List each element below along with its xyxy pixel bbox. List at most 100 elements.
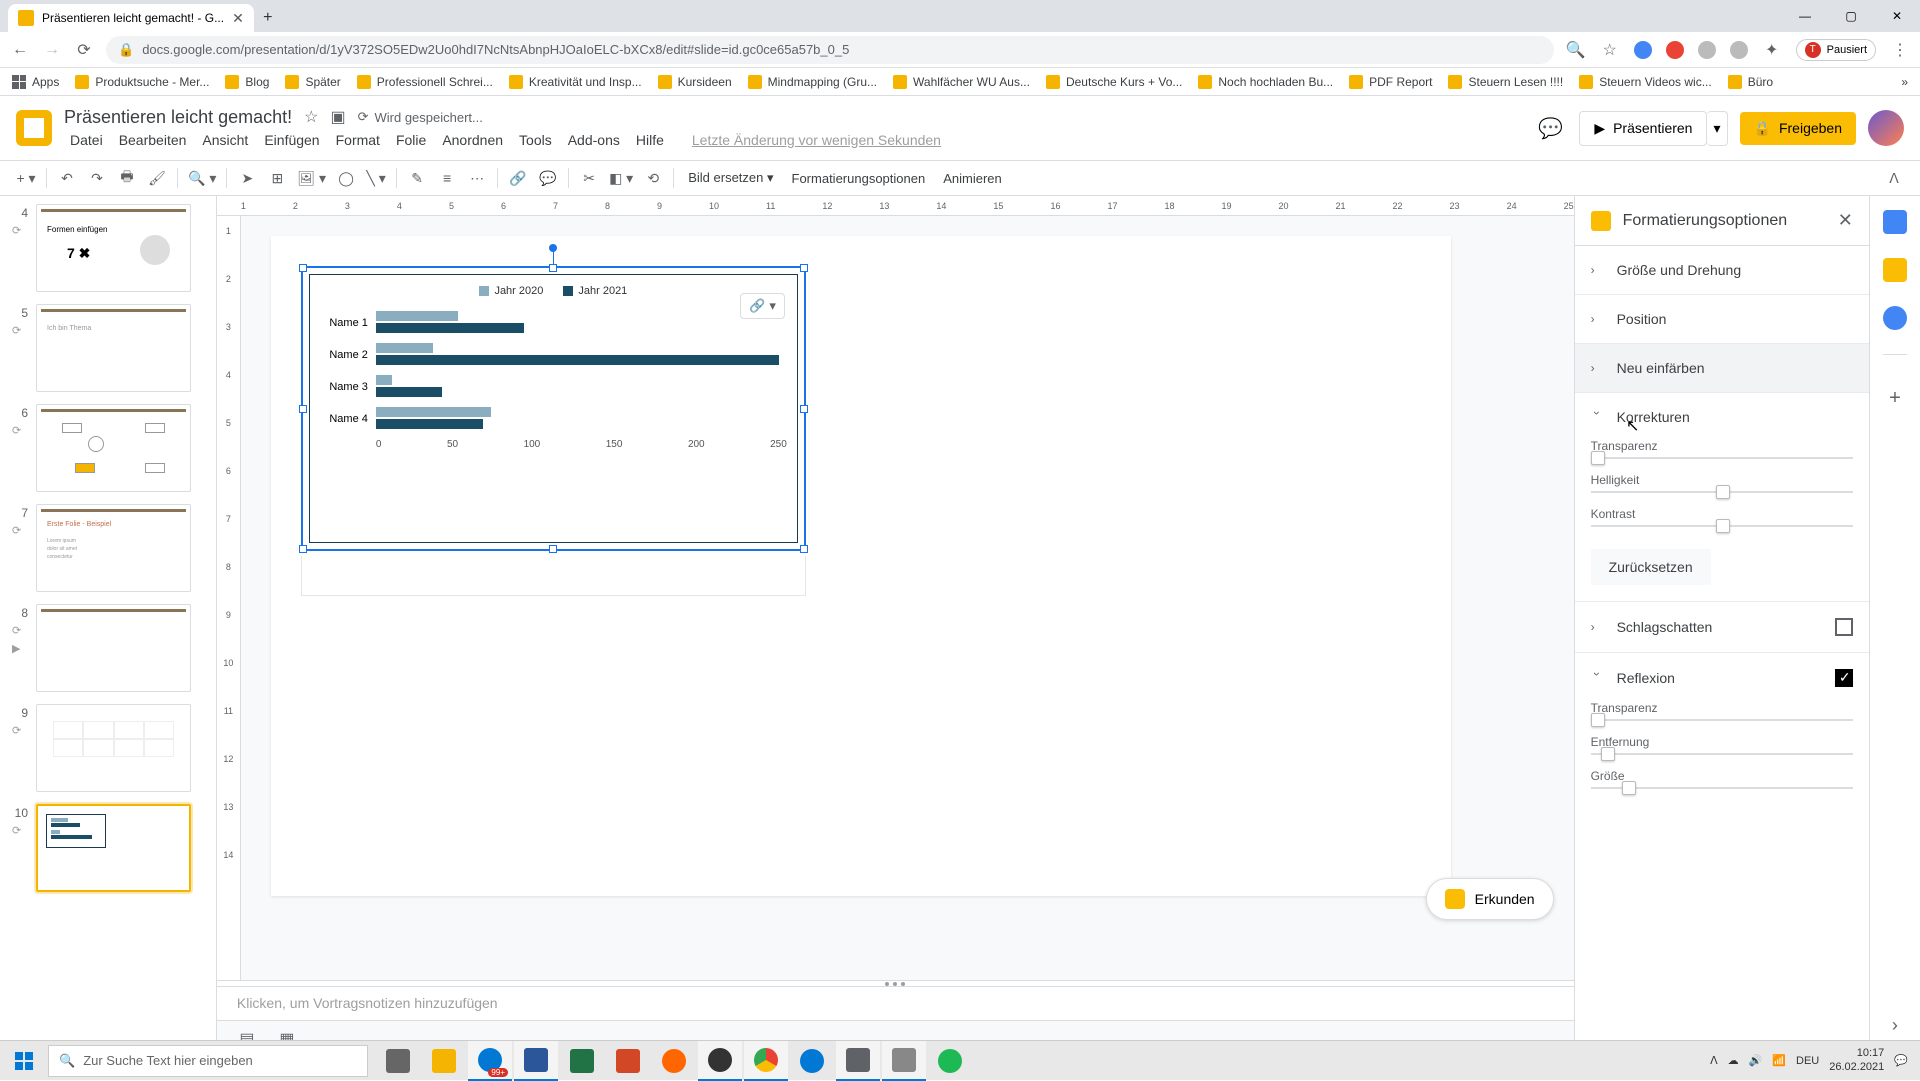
textbox-icon[interactable]: ⊞ <box>263 164 291 192</box>
menu-file[interactable]: Datei <box>64 130 109 150</box>
collapse-toolbar-icon[interactable]: ᐱ <box>1880 164 1908 192</box>
extension-icon[interactable] <box>1666 41 1684 59</box>
slide-filmstrip[interactable]: 4⟳ Formen einfügen7 ✖ 5⟳ Ich bin Thema 6… <box>0 196 217 1056</box>
zoom-icon[interactable]: 🔍 ▾ <box>184 164 220 192</box>
chrome-icon[interactable] <box>744 1041 788 1081</box>
last-change-link[interactable]: Letzte Änderung vor wenigen Sekunden <box>686 130 947 150</box>
bookmark-item[interactable]: Kreativität und Insp... <box>509 75 642 89</box>
minimize-window-icon[interactable]: — <box>1782 0 1828 32</box>
paint-format-icon[interactable]: 🖌 <box>143 164 171 192</box>
format-options-button[interactable]: Formatierungsoptionen <box>784 171 934 186</box>
address-bar[interactable]: 🔒 docs.google.com/presentation/d/1yV372S… <box>106 36 1554 64</box>
bookmark-item[interactable]: Büro <box>1728 75 1773 89</box>
app-icon[interactable] <box>882 1041 926 1081</box>
present-dropdown[interactable]: ▾ <box>1707 111 1727 146</box>
share-button[interactable]: 🔒 Freigeben <box>1740 112 1856 145</box>
slide-thumbnail[interactable]: Ich bin Thema <box>36 304 191 392</box>
reflection-checkbox[interactable] <box>1835 669 1853 687</box>
add-addon-icon[interactable]: + <box>1889 387 1901 410</box>
speaker-notes[interactable]: Klicken, um Vortragsnotizen hinzuzufügen <box>217 986 1574 1020</box>
extension-icon[interactable] <box>1730 41 1748 59</box>
start-button[interactable] <box>0 1041 48 1081</box>
volume-icon[interactable]: 🔊 <box>1749 1054 1763 1067</box>
resize-handle[interactable] <box>299 405 307 413</box>
bookmark-item[interactable]: Produktsuche - Mer... <box>75 75 209 89</box>
star-icon[interactable]: ☆ <box>1600 40 1620 60</box>
reload-icon[interactable]: ⟳ <box>74 40 94 60</box>
slide-thumbnail[interactable] <box>36 804 191 892</box>
menu-arrange[interactable]: Anordnen <box>436 130 509 150</box>
new-slide-button[interactable]: + ▾ <box>12 164 40 192</box>
contrast-slider[interactable] <box>1591 525 1853 527</box>
explorer-icon[interactable] <box>422 1041 466 1081</box>
language-indicator[interactable]: DEU <box>1796 1055 1819 1067</box>
menu-addons[interactable]: Add-ons <box>562 130 626 150</box>
new-tab-button[interactable]: + <box>254 4 282 32</box>
apps-bookmark[interactable]: Apps <box>12 75 59 89</box>
close-window-icon[interactable]: ✕ <box>1874 0 1920 32</box>
extensions-icon[interactable]: ✦ <box>1762 40 1782 60</box>
keep-icon[interactable] <box>1883 258 1907 282</box>
print-icon[interactable]: 🖶 <box>113 164 141 192</box>
slide-canvas[interactable]: 🔗▾ Jahr 2020 Jahr 2021 Name 1Name 2Name … <box>271 236 1451 896</box>
star-document-icon[interactable]: ☆ <box>304 107 318 127</box>
slides-logo-icon[interactable] <box>16 110 52 146</box>
zoom-icon[interactable]: 🔍 <box>1566 40 1586 60</box>
notification-icon[interactable]: 💬 <box>1894 1054 1908 1067</box>
mask-icon[interactable]: ◧ ▾ <box>605 164 637 192</box>
shape-icon[interactable]: ◯ <box>332 164 360 192</box>
browser-menu-icon[interactable]: ⋮ <box>1890 40 1910 60</box>
bookmarks-overflow-icon[interactable]: » <box>1901 75 1908 89</box>
bookmark-item[interactable]: Mindmapping (Gru... <box>748 75 877 89</box>
select-tool-icon[interactable]: ➤ <box>233 164 261 192</box>
brightness-slider[interactable] <box>1591 491 1853 493</box>
spotify-icon[interactable] <box>928 1041 972 1081</box>
clock[interactable]: 10:17 26.02.2021 <box>1829 1047 1884 1073</box>
resize-handle[interactable] <box>549 545 557 553</box>
rotation-handle[interactable] <box>549 244 557 252</box>
tasks-icon[interactable] <box>1883 306 1907 330</box>
excel-icon[interactable] <box>560 1041 604 1081</box>
bookmark-item[interactable]: Kursideen <box>658 75 732 89</box>
bookmark-item[interactable]: Später <box>285 75 340 89</box>
position-section[interactable]: ›Position <box>1575 295 1869 344</box>
wifi-icon[interactable]: 📶 <box>1772 1054 1786 1067</box>
calendar-icon[interactable] <box>1883 210 1907 234</box>
move-document-icon[interactable]: ▣ <box>330 107 345 127</box>
crop-icon[interactable]: ✂ <box>575 164 603 192</box>
document-title[interactable]: Präsentieren leicht gemacht! <box>64 107 292 128</box>
onedrive-icon[interactable]: ☁ <box>1728 1054 1739 1067</box>
bookmark-item[interactable]: Steuern Videos wic... <box>1579 75 1712 89</box>
app-icon[interactable] <box>652 1041 696 1081</box>
app-icon[interactable] <box>836 1041 880 1081</box>
bookmark-item[interactable]: PDF Report <box>1349 75 1432 89</box>
slide-thumbnail[interactable] <box>36 704 191 792</box>
reset-button[interactable]: Zurücksetzen <box>1591 549 1711 585</box>
reflection-transparency-slider[interactable] <box>1591 719 1853 721</box>
bookmark-item[interactable]: Deutsche Kurs + Vo... <box>1046 75 1182 89</box>
resize-handle[interactable] <box>549 264 557 272</box>
bookmark-item[interactable]: Blog <box>225 75 269 89</box>
menu-slide[interactable]: Folie <box>390 130 432 150</box>
back-icon[interactable]: ← <box>10 40 30 60</box>
slide-thumbnail[interactable]: Formen einfügen7 ✖ <box>36 204 191 292</box>
browser-tab[interactable]: Präsentieren leicht gemacht! - G... ✕ <box>8 4 254 32</box>
maximize-window-icon[interactable]: ▢ <box>1828 0 1874 32</box>
comments-icon[interactable]: 💬 <box>1534 114 1567 142</box>
menu-help[interactable]: Hilfe <box>630 130 670 150</box>
bookmark-item[interactable]: Steuern Lesen !!!! <box>1448 75 1563 89</box>
resize-handle[interactable] <box>800 545 808 553</box>
edge-icon[interactable]: 99+ <box>468 1041 512 1081</box>
menu-edit[interactable]: Bearbeiten <box>113 130 193 150</box>
present-button[interactable]: ▶ Präsentieren <box>1579 111 1707 146</box>
transparency-slider[interactable] <box>1591 457 1853 459</box>
reflection-section[interactable]: ›Reflexion Transparenz Entfernung Größe <box>1575 653 1869 811</box>
taskbar-search[interactable]: 🔍Zur Suche Text hier eingeben <box>48 1045 368 1077</box>
explore-button[interactable]: Erkunden <box>1426 878 1554 920</box>
task-view-icon[interactable] <box>376 1041 420 1081</box>
size-rotation-section[interactable]: ›Größe und Drehung <box>1575 246 1869 295</box>
replace-image-button[interactable]: Bild ersetzen ▾ <box>680 170 781 186</box>
slide-thumbnail[interactable] <box>36 604 191 692</box>
animate-button[interactable]: Animieren <box>935 171 1010 186</box>
forward-icon[interactable]: → <box>42 40 62 60</box>
